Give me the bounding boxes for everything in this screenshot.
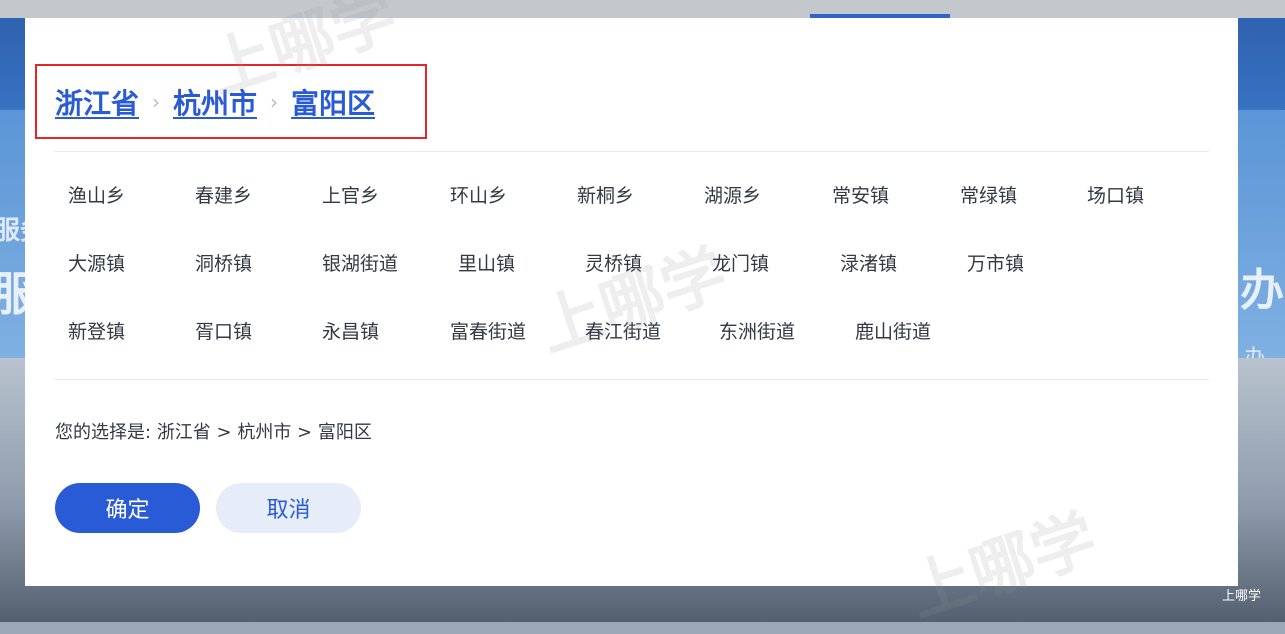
- selection-value: 浙江省 > 杭州市 > 富阳区: [156, 422, 372, 443]
- town-option[interactable]: 春建乡: [195, 176, 252, 216]
- corner-watermark: 上哪学: [1222, 589, 1262, 604]
- breadcrumb: 浙江省 › 杭州市 › 富阳区: [55, 82, 375, 122]
- town-row: 新登镇 胥口镇 永昌镇 富春街道 春江街道 东洲街道 鹿山街道: [68, 312, 1218, 380]
- town-option[interactable]: 常绿镇: [960, 176, 1017, 216]
- confirm-button[interactable]: 确定: [55, 483, 200, 533]
- town-option[interactable]: 银湖街道: [322, 244, 398, 284]
- town-row: 渔山乡 春建乡 上官乡 环山乡 新桐乡 湖源乡 常安镇 常绿镇 场口镇: [68, 176, 1218, 244]
- breadcrumb-province-link[interactable]: 浙江省: [55, 82, 139, 122]
- town-option[interactable]: 上官乡: [322, 176, 379, 216]
- town-option[interactable]: 湖源乡: [704, 176, 761, 216]
- town-option[interactable]: 常安镇: [832, 176, 889, 216]
- selection-summary: 您的选择是: 浙江省 > 杭州市 > 富阳区: [55, 418, 372, 444]
- town-option[interactable]: 大源镇: [68, 244, 125, 284]
- town-option[interactable]: 洞桥镇: [195, 244, 252, 284]
- town-option[interactable]: 龙门镇: [712, 244, 769, 284]
- town-option[interactable]: 春江街道: [585, 312, 661, 352]
- chevron-right-icon: ›: [152, 90, 161, 114]
- town-option[interactable]: 新桐乡: [577, 176, 634, 216]
- breadcrumb-city-link[interactable]: 杭州市: [173, 82, 257, 122]
- divider-top: [54, 151, 1209, 152]
- town-option[interactable]: 新登镇: [68, 312, 125, 352]
- town-option[interactable]: 渔山乡: [68, 176, 125, 216]
- background-top-bar: [0, 0, 1285, 18]
- town-row: 大源镇 洞桥镇 银湖街道 里山镇 灵桥镇 龙门镇 渌渚镇 万市镇: [68, 244, 1218, 312]
- town-option[interactable]: 里山镇: [458, 244, 515, 284]
- town-option[interactable]: 万市镇: [967, 244, 1024, 284]
- town-option[interactable]: 东洲街道: [719, 312, 795, 352]
- town-option[interactable]: 场口镇: [1087, 176, 1144, 216]
- town-option[interactable]: 富春街道: [450, 312, 526, 352]
- breadcrumb-district-link[interactable]: 富阳区: [291, 82, 375, 122]
- selection-label: 您的选择是:: [55, 422, 152, 443]
- town-list: 渔山乡 春建乡 上官乡 环山乡 新桐乡 湖源乡 常安镇 常绿镇 场口镇 大源镇 …: [68, 176, 1218, 380]
- town-option[interactable]: 永昌镇: [322, 312, 379, 352]
- town-option[interactable]: 鹿山街道: [855, 312, 931, 352]
- divider-bottom: [54, 379, 1209, 380]
- region-select-dialog: 浙江省 › 杭州市 › 富阳区 渔山乡 春建乡 上官乡 环山乡 新桐乡 湖源乡 …: [25, 18, 1238, 586]
- town-option[interactable]: 渌渚镇: [840, 244, 897, 284]
- chevron-right-icon: ›: [270, 90, 279, 114]
- town-option[interactable]: 灵桥镇: [585, 244, 642, 284]
- cancel-button[interactable]: 取消: [216, 483, 361, 533]
- background-right-heading: 办: [1240, 265, 1284, 316]
- town-option[interactable]: 胥口镇: [195, 312, 252, 352]
- town-option[interactable]: 环山乡: [450, 176, 507, 216]
